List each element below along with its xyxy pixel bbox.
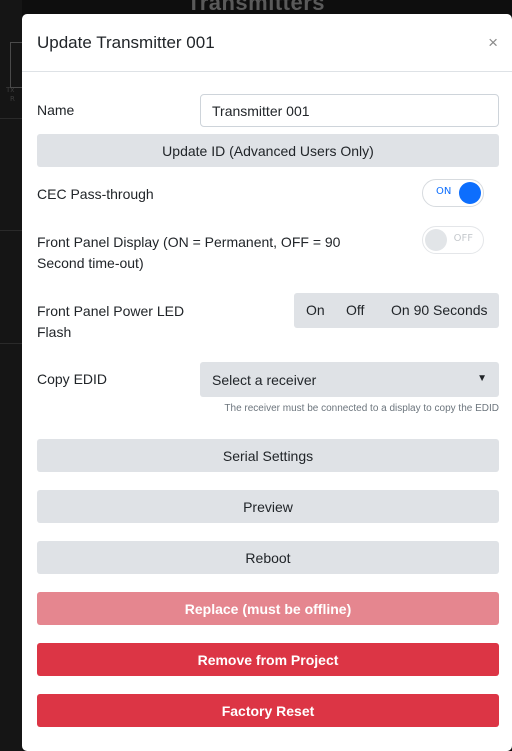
backdrop-sidebar: Tx R	[0, 0, 22, 751]
preview-button[interactable]: Preview	[37, 490, 499, 523]
modal-title: Update Transmitter 001	[37, 32, 215, 52]
power-led-option-on[interactable]: On	[306, 302, 325, 318]
cec-toggle-state: ON	[436, 186, 452, 197]
chevron-down-icon: ▼	[477, 373, 487, 384]
backdrop-device-icon	[10, 42, 22, 88]
modal-body: Name Update ID (Advanced Users Only) CEC…	[22, 72, 512, 727]
copy-edid-hint: The receiver must be connected to a disp…	[224, 403, 499, 414]
front-panel-display-toggle-state: OFF	[453, 233, 473, 244]
replace-button[interactable]: Replace (must be offline)	[37, 592, 499, 625]
update-id-button[interactable]: Update ID (Advanced Users Only)	[37, 134, 499, 167]
power-led-option-off[interactable]: Off	[346, 302, 364, 318]
remove-from-project-button[interactable]: Remove from Project	[37, 643, 499, 676]
cec-label: CEC Pass-through	[37, 186, 154, 202]
cec-toggle[interactable]: ON	[422, 179, 484, 207]
backdrop-divider	[0, 343, 22, 344]
backdrop-divider	[0, 230, 22, 231]
front-panel-display-toggle[interactable]: OFF	[422, 226, 484, 254]
close-icon[interactable]: ×	[488, 34, 498, 51]
backdrop-divider	[0, 118, 22, 119]
power-led-segmented-control: On Off On 90 Seconds	[294, 293, 499, 328]
power-led-option-on-90[interactable]: On 90 Seconds	[391, 302, 488, 318]
backdrop-side-text: Tx	[6, 86, 15, 94]
copy-edid-selected-value: Select a receiver	[212, 371, 317, 388]
reboot-button[interactable]: Reboot	[37, 541, 499, 574]
backdrop-side-text: R	[10, 95, 15, 103]
name-row: Name	[37, 72, 499, 142]
copy-edid-select[interactable]: Select a receiver ▼	[200, 362, 499, 397]
toggle-knob	[425, 229, 447, 251]
serial-settings-button[interactable]: Serial Settings	[37, 439, 499, 472]
factory-reset-button[interactable]: Factory Reset	[37, 694, 499, 727]
power-led-label: Front Panel Power LED Flash	[37, 303, 185, 340]
front-panel-display-label: Front Panel Display (ON = Permanent, OFF…	[37, 234, 341, 271]
copy-edid-label: Copy EDID	[37, 371, 108, 387]
toggle-knob	[459, 182, 481, 204]
name-label: Name	[37, 102, 75, 118]
modal-header: Update Transmitter 001 ×	[22, 14, 512, 72]
name-input[interactable]	[200, 94, 499, 127]
update-transmitter-modal: Update Transmitter 001 × Name Update ID …	[22, 14, 512, 751]
